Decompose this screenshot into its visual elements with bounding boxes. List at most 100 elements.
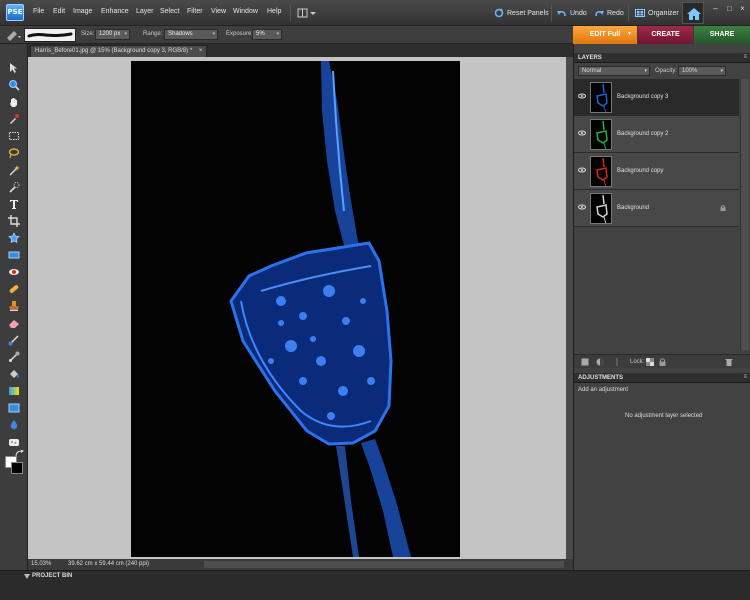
layer-thumbnail-glass bbox=[596, 83, 608, 112]
zoom-value[interactable]: 15.03% bbox=[31, 561, 51, 567]
collapse-triangle-icon[interactable] bbox=[24, 574, 30, 580]
size-value: 1200 px bbox=[99, 31, 121, 37]
red-eye-tool-icon[interactable] bbox=[8, 266, 20, 278]
zoom-tool-icon[interactable] bbox=[8, 79, 20, 91]
range-value: Shadows bbox=[168, 31, 193, 37]
document-image[interactable] bbox=[131, 61, 460, 557]
marquee-tool-icon[interactable] bbox=[8, 130, 20, 142]
layer-row[interactable]: Background copy 2 bbox=[574, 116, 739, 153]
chevron-down-icon[interactable]: ▾ bbox=[628, 30, 634, 37]
blur-tool-icon[interactable] bbox=[8, 419, 20, 431]
spot-healing-tool-icon[interactable] bbox=[8, 283, 20, 295]
opacity-label: Opacity: bbox=[655, 68, 678, 74]
shape-tool-icon[interactable] bbox=[8, 402, 20, 414]
exposure-value: 5% bbox=[256, 31, 265, 37]
background-color-swatch[interactable] bbox=[11, 462, 23, 474]
project-bin-title[interactable]: PROJECT BIN bbox=[32, 573, 72, 579]
tool-preset-picker[interactable] bbox=[4, 28, 22, 42]
menu-window[interactable]: Window bbox=[233, 8, 258, 15]
tab-create[interactable]: CREATE bbox=[638, 26, 693, 44]
crop-tool-icon[interactable] bbox=[8, 215, 20, 227]
sponge-tool-icon[interactable] bbox=[8, 436, 20, 448]
menu-edit[interactable]: Edit bbox=[53, 8, 65, 15]
maximize-button[interactable]: □ bbox=[724, 4, 735, 14]
sponge-tool-icon bbox=[7, 31, 21, 41]
straighten-tool-icon[interactable] bbox=[8, 249, 20, 261]
new-layer-icon[interactable] bbox=[581, 358, 589, 366]
type-tool-icon[interactable] bbox=[8, 198, 20, 210]
document-size: 39.62 cm x 59.44 cm (240 ppi) bbox=[68, 561, 150, 567]
panel-bin: LAYERS ≡ Normal ▾ Opacity: 100% ▾ Backgr… bbox=[573, 44, 750, 570]
visibility-eye-icon[interactable] bbox=[578, 204, 586, 210]
menu-layer[interactable]: Layer bbox=[136, 8, 154, 15]
chevron-down-icon: ▾ bbox=[720, 68, 723, 74]
brush-tool-icon[interactable] bbox=[8, 334, 20, 346]
chevron-down-icon: ▾ bbox=[644, 68, 647, 74]
document-tab[interactable]: Harris_Before01.jpg @ 15% (Background co… bbox=[30, 45, 208, 57]
eraser-tool-icon[interactable] bbox=[8, 317, 20, 329]
home-button[interactable] bbox=[682, 2, 704, 24]
organizer-button[interactable]: Organizer bbox=[635, 6, 679, 20]
lock-all-icon[interactable] bbox=[659, 358, 666, 366]
vertical-scrollbar[interactable] bbox=[566, 57, 573, 559]
move-tool-icon[interactable] bbox=[8, 62, 20, 74]
lock-transparency-icon[interactable] bbox=[646, 358, 654, 366]
adjustments-panel-title: ADJUSTMENTS bbox=[578, 375, 624, 381]
panel-menu-icon[interactable]: ≡ bbox=[743, 374, 747, 380]
adjustments-panel-header[interactable]: ADJUSTMENTS ≡ bbox=[574, 373, 750, 383]
magic-wand-tool-icon[interactable] bbox=[8, 164, 20, 176]
size-input[interactable]: 1200 px ▾ bbox=[95, 29, 130, 40]
range-select[interactable]: Shadows ▾ bbox=[164, 29, 218, 40]
visibility-eye-icon[interactable] bbox=[578, 130, 586, 136]
lasso-tool-icon[interactable] bbox=[8, 147, 20, 159]
menu-enhance[interactable]: Enhance bbox=[101, 8, 129, 15]
minimize-button[interactable]: – bbox=[710, 4, 721, 14]
smart-brush-tool-icon[interactable] bbox=[8, 351, 20, 363]
layer-row[interactable]: Background bbox=[574, 190, 739, 227]
trash-icon[interactable] bbox=[725, 358, 733, 366]
toolbox bbox=[0, 44, 28, 570]
adjustment-layer-icon[interactable] bbox=[596, 358, 604, 366]
link-layers-icon[interactable] bbox=[614, 358, 620, 366]
paint-bucket-tool-icon[interactable] bbox=[8, 368, 20, 380]
undo-button[interactable]: Undo bbox=[557, 6, 587, 20]
layer-row[interactable]: Background copy 3 bbox=[574, 79, 739, 116]
brush-preview[interactable] bbox=[24, 28, 76, 42]
arrange-documents-button[interactable] bbox=[297, 6, 317, 20]
cookie-cutter-tool-icon[interactable] bbox=[8, 232, 20, 244]
canvas-area[interactable] bbox=[28, 57, 566, 559]
menu-image[interactable]: Image bbox=[73, 8, 92, 15]
blend-mode-select[interactable]: Normal ▾ bbox=[578, 66, 650, 76]
menu-view[interactable]: View bbox=[211, 8, 226, 15]
quick-selection-tool-icon[interactable] bbox=[8, 181, 20, 193]
tab-share[interactable]: SHARE bbox=[694, 26, 750, 44]
tab-share-label: SHARE bbox=[709, 31, 735, 38]
visibility-eye-icon[interactable] bbox=[578, 93, 586, 99]
horizontal-scrollbar[interactable] bbox=[204, 561, 564, 568]
menu-file[interactable]: File bbox=[33, 8, 44, 15]
menu-filter[interactable]: Filter bbox=[187, 8, 203, 15]
menu-help[interactable]: Help bbox=[267, 8, 281, 15]
layers-scrollbar[interactable] bbox=[740, 79, 749, 350]
layers-panel-header[interactable]: LAYERS ≡ bbox=[574, 53, 750, 63]
exposure-input[interactable]: 5% ▾ bbox=[252, 29, 282, 40]
close-tab-icon[interactable]: × bbox=[199, 48, 203, 54]
panel-menu-icon[interactable]: ≡ bbox=[743, 54, 747, 60]
opacity-input[interactable]: 100% ▾ bbox=[678, 66, 726, 76]
menu-select[interactable]: Select bbox=[160, 8, 179, 15]
undo-icon bbox=[557, 11, 566, 17]
opacity-value: 100% bbox=[682, 68, 698, 74]
clone-stamp-tool-icon[interactable] bbox=[8, 300, 20, 312]
reset-panels-button[interactable]: Reset Panels bbox=[494, 6, 549, 20]
home-icon bbox=[687, 8, 701, 20]
visibility-eye-icon[interactable] bbox=[578, 167, 586, 173]
redo-button[interactable]: Redo bbox=[594, 6, 624, 20]
layer-row[interactable]: Background copy bbox=[574, 153, 739, 190]
hand-tool-icon[interactable] bbox=[8, 96, 20, 108]
close-button[interactable]: × bbox=[737, 4, 748, 14]
chevron-down-icon: ▾ bbox=[124, 31, 127, 37]
layer-name: Background copy bbox=[617, 168, 664, 174]
lock-icon bbox=[720, 205, 726, 211]
eyedropper-tool-icon[interactable] bbox=[8, 113, 20, 125]
gradient-tool-icon[interactable] bbox=[8, 385, 20, 397]
